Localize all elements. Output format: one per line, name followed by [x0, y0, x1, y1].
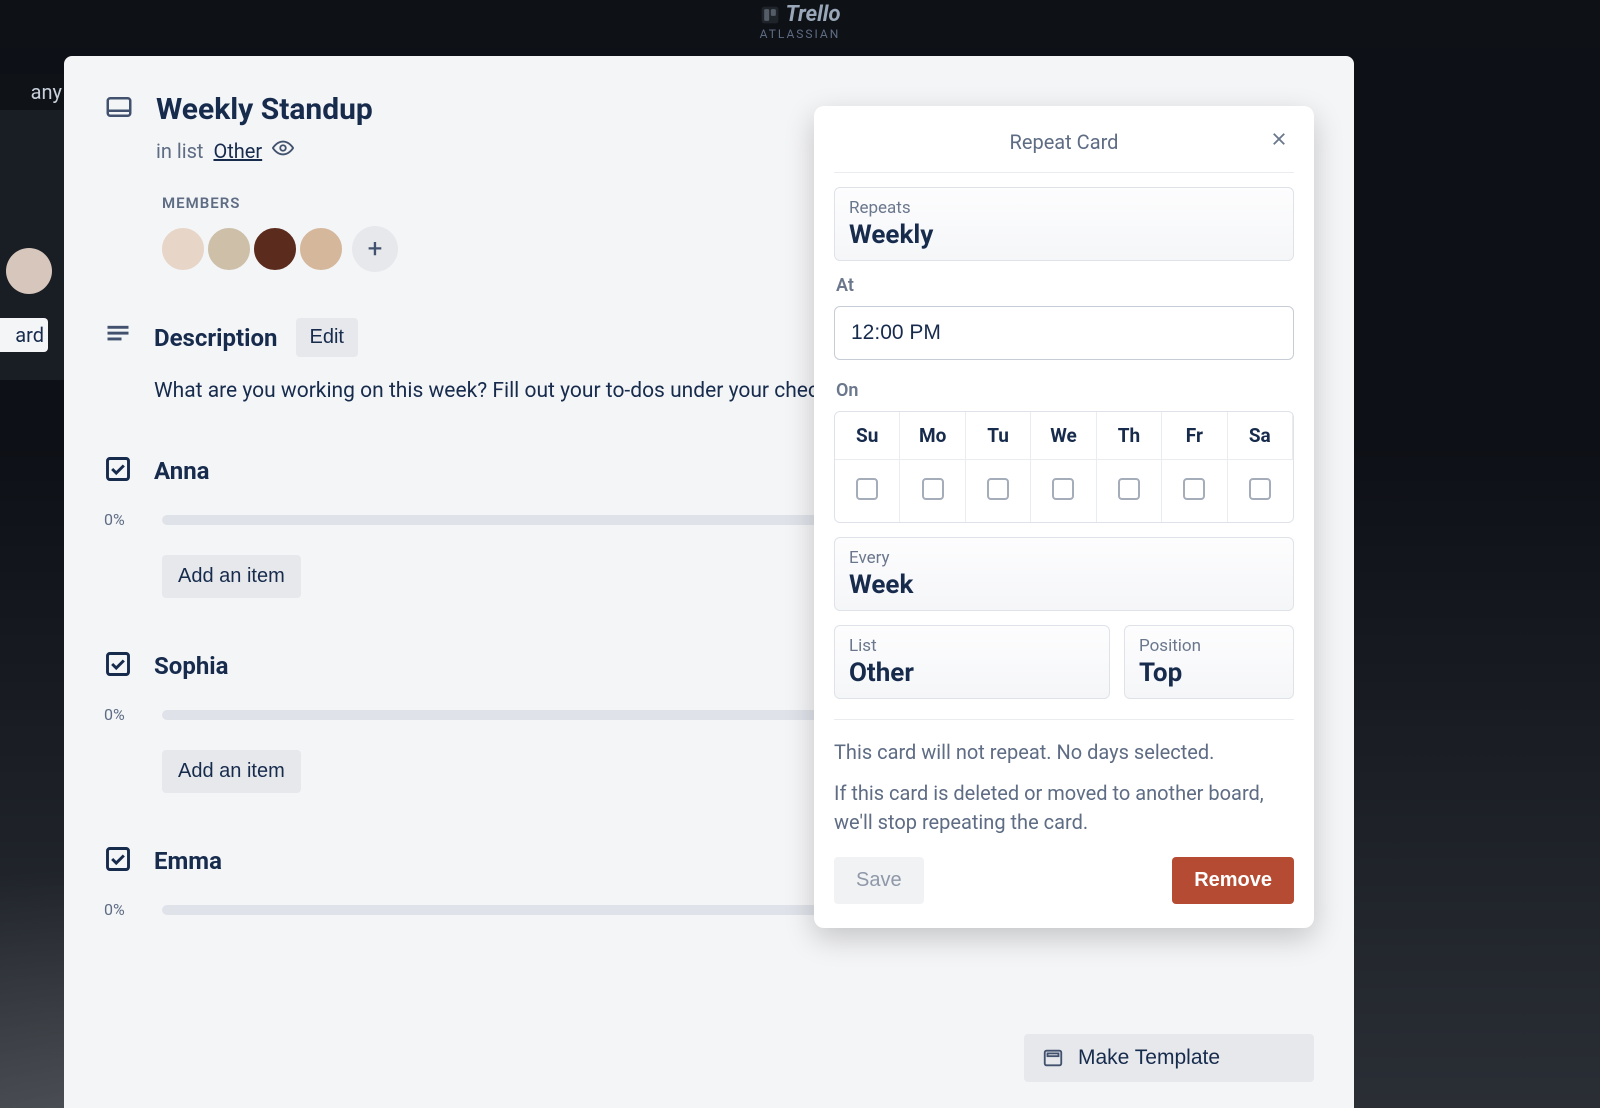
day-checkbox-fr[interactable]: [1183, 478, 1205, 500]
add-item-button[interactable]: Add an item: [162, 555, 301, 598]
day-header: Fr: [1162, 412, 1227, 460]
member-avatar[interactable]: [252, 226, 298, 272]
progress-percent: 0%: [104, 705, 144, 724]
description-icon: [104, 320, 132, 352]
card-icon: [104, 92, 134, 126]
divider: [834, 172, 1294, 173]
repeats-field[interactable]: Repeats Weekly: [834, 187, 1294, 261]
day-header: Th: [1097, 412, 1162, 460]
every-field[interactable]: Every Week: [834, 537, 1294, 611]
at-time-input[interactable]: [834, 306, 1294, 360]
card-subtitle: in list Other: [156, 137, 373, 164]
days-grid: Su Mo Tu We Th Fr Sa: [834, 411, 1294, 523]
every-value: Week: [849, 570, 1279, 600]
close-icon: [1270, 130, 1288, 148]
brand-sub: ATLASSIAN: [760, 27, 841, 41]
add-member-button[interactable]: +: [352, 226, 398, 272]
position-label: Position: [1139, 636, 1279, 656]
member-avatar[interactable]: [298, 226, 344, 272]
member-avatar[interactable]: [206, 226, 252, 272]
member-avatar[interactable]: [160, 226, 206, 272]
progress-percent: 0%: [104, 900, 144, 919]
day-checkbox-sa[interactable]: [1249, 478, 1271, 500]
checklist-icon: [104, 455, 132, 487]
trello-icon: [760, 5, 780, 25]
checklist-icon: [104, 650, 132, 682]
position-value: Top: [1139, 658, 1279, 688]
top-bar: Trello ATLASSIAN: [0, 0, 1600, 48]
description-heading: Description: [154, 324, 278, 352]
brand-name: Trello: [786, 2, 841, 27]
day-header: Mo: [900, 412, 965, 460]
repeats-label: Repeats: [849, 198, 1279, 218]
make-template-label: Make Template: [1078, 1046, 1220, 1070]
remove-button[interactable]: Remove: [1172, 857, 1294, 904]
in-list-prefix: in list: [156, 139, 203, 163]
template-icon: [1042, 1047, 1064, 1069]
popover-title: Repeat Card: [1010, 130, 1119, 154]
day-header: We: [1031, 412, 1096, 460]
on-label: On: [836, 380, 1294, 401]
background-avatar: [6, 248, 52, 294]
day-header: Tu: [966, 412, 1031, 460]
save-button[interactable]: Save: [834, 857, 924, 904]
repeat-card-popover: Repeat Card Repeats Weekly At On Su Mo T…: [814, 106, 1314, 928]
position-field[interactable]: Position Top: [1124, 625, 1294, 699]
edit-description-button[interactable]: Edit: [296, 318, 358, 357]
progress-percent: 0%: [104, 510, 144, 529]
repeat-warning-1: This card will not repeat. No days selec…: [834, 738, 1294, 767]
divider: [834, 719, 1294, 720]
at-label: At: [836, 275, 1294, 296]
day-header: Sa: [1228, 412, 1293, 460]
every-label: Every: [849, 548, 1279, 568]
in-list-link[interactable]: Other: [213, 139, 262, 163]
card-modal: Weekly Standup in list Other MEMBERS +: [64, 56, 1354, 1108]
watch-icon[interactable]: [272, 137, 294, 164]
board-name-fragment: any: [0, 74, 68, 110]
card-title[interactable]: Weekly Standup: [156, 92, 373, 127]
add-item-button[interactable]: Add an item: [162, 750, 301, 793]
list-label: List: [849, 636, 1095, 656]
repeats-value: Weekly: [849, 220, 1279, 250]
close-button[interactable]: [1266, 126, 1292, 158]
day-header: Su: [835, 412, 900, 460]
list-field[interactable]: List Other: [834, 625, 1110, 699]
repeat-warning-2: If this card is deleted or moved to anot…: [834, 779, 1294, 837]
day-checkbox-mo[interactable]: [922, 478, 944, 500]
board-card-fragment: ard: [0, 318, 48, 352]
list-value: Other: [849, 658, 1095, 688]
day-checkbox-su[interactable]: [856, 478, 878, 500]
make-template-button[interactable]: Make Template: [1024, 1034, 1314, 1082]
brand-logo: Trello: [760, 2, 841, 27]
card-side-actions: Make Template: [1024, 1034, 1314, 1082]
day-checkbox-we[interactable]: [1052, 478, 1074, 500]
checklist-icon: [104, 845, 132, 877]
day-checkbox-tu[interactable]: [987, 478, 1009, 500]
day-checkbox-th[interactable]: [1118, 478, 1140, 500]
brand: Trello ATLASSIAN: [760, 2, 841, 41]
